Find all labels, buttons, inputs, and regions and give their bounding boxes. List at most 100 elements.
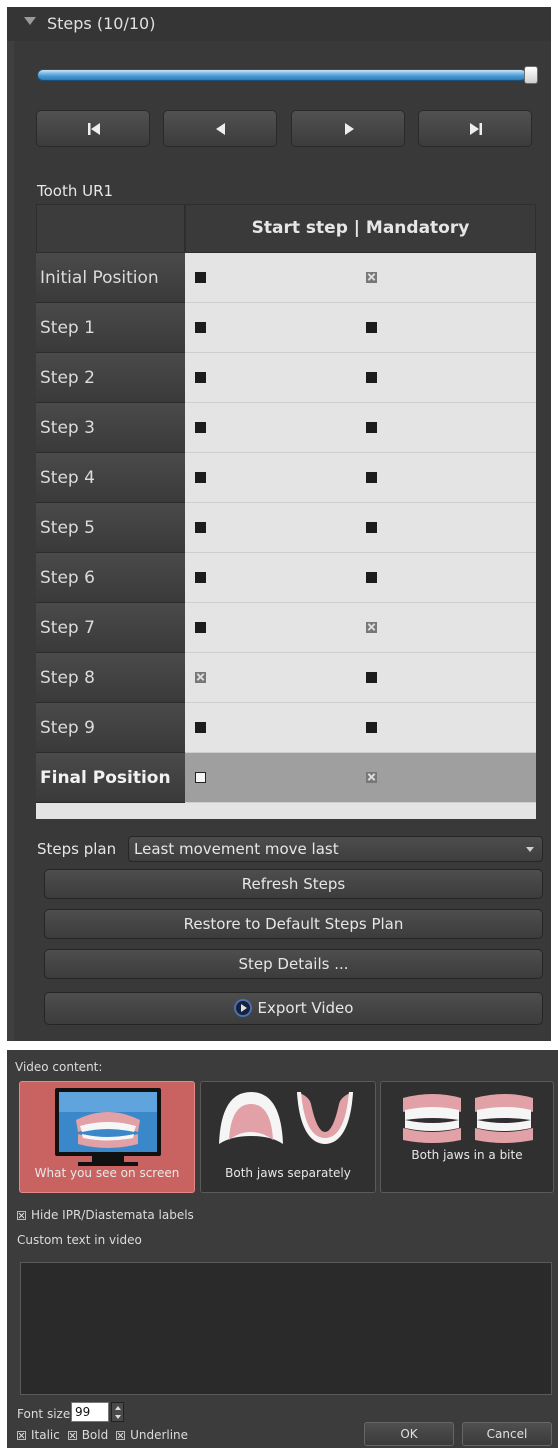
steps-section-title: Steps (10/10) [47,14,156,33]
mandatory-checkbox[interactable] [366,472,377,483]
steps-panel: Steps (10/10) Tooth UR1 Start step | Man… [7,7,551,1041]
row-cells [185,653,536,703]
italic-label: Italic [31,1428,60,1442]
row-header: Step 4 [36,453,185,503]
export-video-button[interactable]: Export Video [44,992,543,1025]
export-video-label: Export Video [257,999,354,1017]
table-row: Step 6 [36,553,536,603]
mandatory-checkbox[interactable] [366,572,377,583]
last-step-button[interactable] [418,110,532,147]
previous-step-button[interactable] [163,110,277,147]
start-step-checkbox[interactable] [195,272,206,283]
table-row: Step 2 [36,353,536,403]
row-header: Step 8 [36,653,185,703]
mandatory-checkbox[interactable] [366,272,377,283]
option-both-jaws-in-bite[interactable]: Both jaws in a bite [380,1081,554,1193]
text-style-options: Italic Bold Underline [17,1428,188,1442]
mandatory-checkbox[interactable] [366,422,377,433]
option-label: What you see on screen [34,1166,180,1180]
start-step-checkbox[interactable] [195,722,206,733]
start-step-checkbox[interactable] [195,622,206,633]
font-size-input[interactable]: 99 [71,1402,109,1422]
table-column-header: Start step | Mandatory [185,204,536,253]
row-header: Step 2 [36,353,185,403]
underline-checkbox[interactable] [116,1431,126,1440]
start-step-checkbox[interactable] [195,372,206,383]
restore-default-button[interactable]: Restore to Default Steps Plan [44,909,543,939]
refresh-steps-button[interactable]: Refresh Steps [44,869,543,899]
mandatory-checkbox[interactable] [366,672,377,683]
table-row: Step 3 [36,403,536,453]
mandatory-checkbox[interactable] [366,522,377,533]
next-step-button[interactable] [291,110,405,147]
row-cells [185,403,536,453]
row-header: Initial Position [36,253,185,303]
row-header: Step 5 [36,503,185,553]
video-content-label: Video content: [15,1060,103,1074]
mandatory-checkbox[interactable] [366,322,377,333]
skip-last-icon [470,123,482,135]
skip-first-icon [88,123,100,135]
row-cells [185,353,536,403]
row-cells [185,303,536,353]
table-row: Step 8 [36,653,536,703]
hide-ipr-option[interactable]: Hide IPR/Diastemata labels [17,1208,194,1222]
italic-checkbox[interactable] [17,1431,26,1440]
row-cells [185,253,536,303]
table-corner-header [36,204,185,253]
italic-option[interactable]: Italic [17,1428,60,1442]
row-header: Step 6 [36,553,185,603]
table-row-final: Final Position [36,753,536,803]
font-size-label: Font size [17,1407,71,1421]
row-cells [185,453,536,503]
option-both-jaws-separately[interactable]: Both jaws separately [200,1081,376,1193]
bold-option[interactable]: Bold [67,1428,108,1442]
start-step-checkbox[interactable] [195,522,206,533]
underline-label: Underline [130,1428,189,1442]
steps-plan-value: Least movement move last [134,840,339,858]
bold-checkbox[interactable] [67,1431,77,1440]
start-step-checkbox[interactable] [195,422,206,433]
option-label: Both jaws in a bite [411,1148,523,1162]
row-cells [185,703,536,753]
mandatory-checkbox[interactable] [366,722,377,733]
cancel-button[interactable]: Cancel [462,1422,552,1446]
row-cells [185,603,536,653]
collapse-arrow-icon[interactable] [24,17,36,25]
row-header: Step 3 [36,403,185,453]
table-row: Step 1 [36,303,536,353]
video-dialog: Video content: What you see on screen Bo… [7,1050,558,1448]
steps-table: Start step | Mandatory Initial Position … [36,204,536,819]
option-label: Both jaws separately [225,1166,351,1180]
option-what-you-see[interactable]: What you see on screen [19,1081,195,1193]
hide-ipr-label: Hide IPR/Diastemata labels [31,1208,194,1222]
play-icon [233,999,252,1017]
step-details-button[interactable]: Step Details ... [44,949,543,979]
steps-slider-handle[interactable] [524,66,538,84]
start-step-checkbox[interactable] [195,572,206,583]
mandatory-checkbox[interactable] [366,622,377,633]
row-header: Step 1 [36,303,185,353]
start-step-checkbox[interactable] [195,672,206,683]
steps-section-header[interactable]: Steps (10/10) [7,7,551,41]
start-step-checkbox[interactable] [195,322,206,333]
row-header: Step 9 [36,703,185,753]
table-row: Step 7 [36,603,536,653]
steps-slider-track[interactable] [37,69,527,81]
tooth-label: Tooth UR1 [37,182,114,200]
table-row: Step 9 [36,703,536,753]
start-step-checkbox[interactable] [195,772,206,783]
row-cells [185,553,536,603]
hide-ipr-checkbox[interactable] [17,1211,26,1220]
custom-text-label: Custom text in video [17,1233,142,1247]
first-step-button[interactable] [36,110,150,147]
mandatory-checkbox[interactable] [366,372,377,383]
underline-option[interactable]: Underline [116,1428,188,1442]
start-step-checkbox[interactable] [195,472,206,483]
mandatory-checkbox[interactable] [366,772,377,783]
steps-plan-dropdown[interactable]: Least movement move last [128,836,543,862]
custom-text-input[interactable] [20,1262,552,1395]
font-size-spinner[interactable] [111,1402,124,1422]
ok-button[interactable]: OK [364,1422,454,1446]
row-cells [185,503,536,553]
